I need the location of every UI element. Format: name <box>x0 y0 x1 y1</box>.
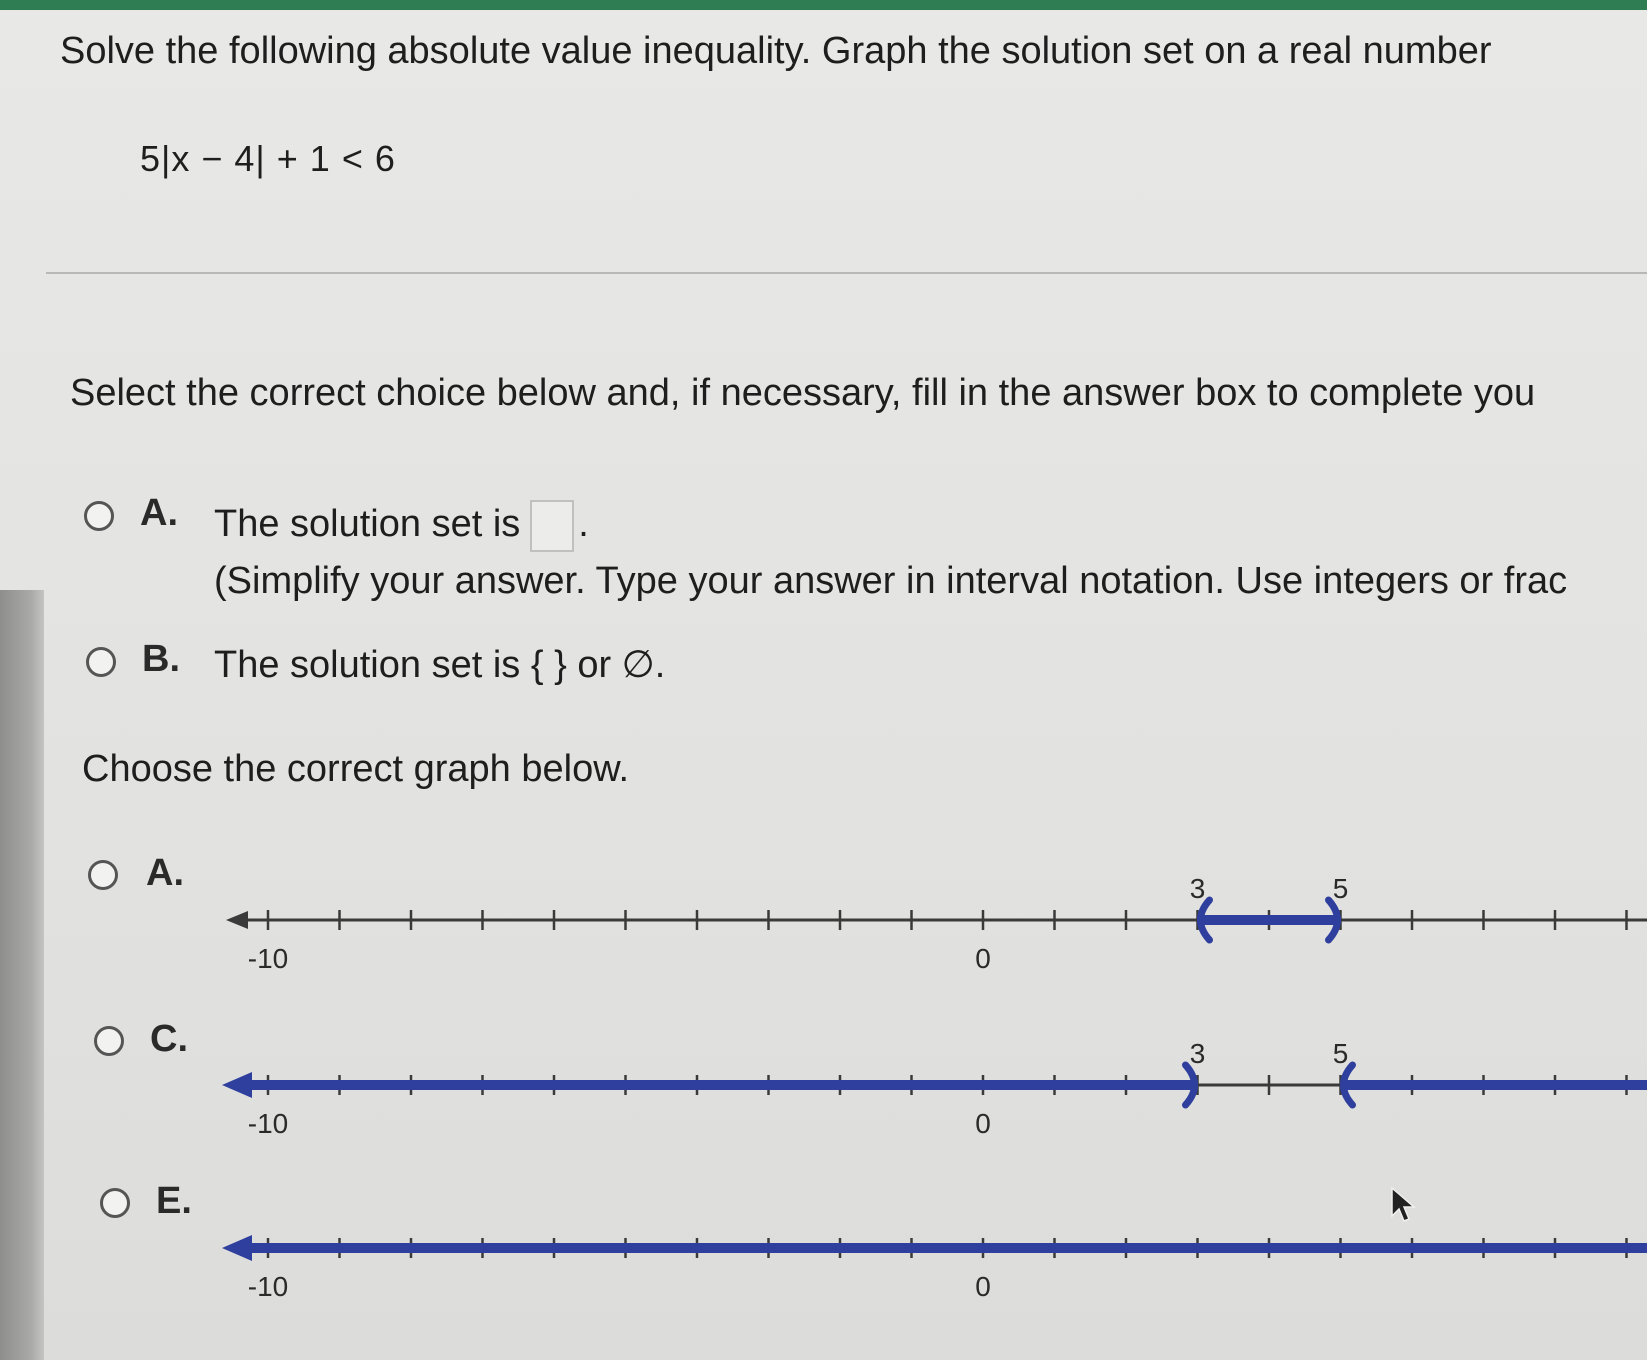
tick-label: 0 <box>975 943 991 974</box>
answer-input-box[interactable] <box>530 500 575 552</box>
shaded-left-arrow <box>222 1072 252 1098</box>
top-accent-bar <box>0 0 1647 10</box>
inequality-equation: 5|x − 4| + 1 < 6 <box>140 138 396 179</box>
tick-label: 0 <box>975 1271 991 1302</box>
section-divider <box>46 272 1647 274</box>
tick-label: -10 <box>248 1108 288 1139</box>
option-b-text: The solution set is { } or ∅. <box>214 644 666 686</box>
option-a-label: The solution set is <box>214 503 521 546</box>
axis-left-arrow <box>226 911 248 929</box>
tick-label: -10 <box>248 943 288 974</box>
tick-label: -10 <box>248 1271 288 1302</box>
stage: Solve the following absolute value inequ… <box>0 0 1647 1360</box>
option-b-letter: B. <box>142 638 180 680</box>
tick-label: 3 <box>1190 873 1206 904</box>
number-line-graph-c[interactable]: -10 0 3 5 <box>0 1025 1647 1165</box>
option-a-letter: A. <box>140 492 178 534</box>
option-a-period: . <box>578 503 589 546</box>
part1-instruction: Select the correct choice below and, if … <box>70 372 1536 414</box>
number-line-graph-a[interactable]: -10 0 3 5 <box>0 860 1647 1000</box>
tick-label: 5 <box>1333 873 1349 904</box>
option-a-hint: (Simplify your answer. Type your answer … <box>214 560 1568 602</box>
mouse-pointer-icon <box>1391 1186 1417 1222</box>
part2-instruction: Choose the correct graph below. <box>82 748 630 790</box>
shaded-left-arrow <box>222 1235 252 1261</box>
radio-option-b[interactable] <box>86 647 116 677</box>
question-prompt: Solve the following absolute value inequ… <box>60 30 1492 72</box>
option-a-text: The solution set is. <box>214 500 589 552</box>
tick-label: 0 <box>975 1108 991 1139</box>
radio-option-a[interactable] <box>84 501 114 531</box>
tick-label: 3 <box>1190 1038 1206 1069</box>
tick-label: 5 <box>1333 1038 1349 1069</box>
